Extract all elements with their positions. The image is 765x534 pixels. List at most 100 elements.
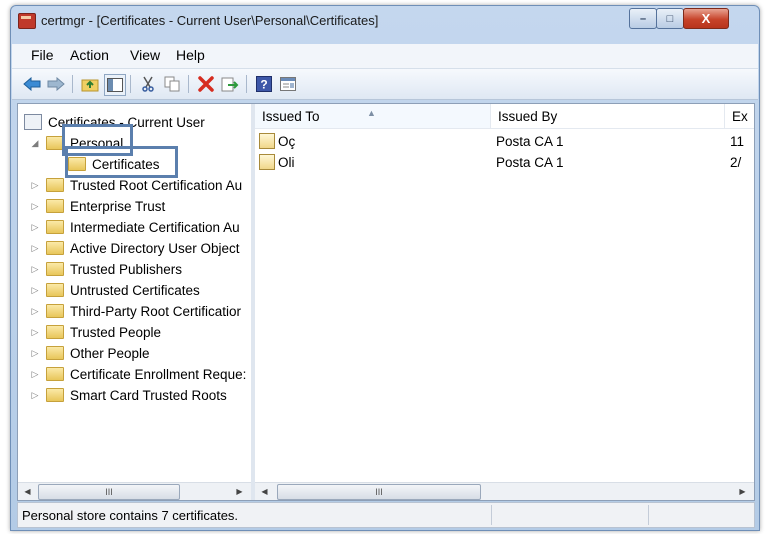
tree-item-label: Smart Card Trusted Roots	[70, 387, 227, 403]
menu-view[interactable]: View	[130, 47, 160, 63]
collapsed-triangle-icon[interactable]: ▷	[30, 327, 40, 338]
menu-action[interactable]: Action	[70, 47, 109, 63]
tree-item-third-party-root[interactable]: ▷ Third-Party Root Certificatior	[30, 301, 242, 321]
table-cell: Posta CA 1	[496, 154, 564, 170]
toolbar: ?	[12, 69, 758, 100]
tree-item-label: Untrusted Certificates	[70, 282, 200, 298]
back-arrow-icon[interactable]	[22, 74, 42, 94]
title-bar[interactable]: certmgr - [Certificates - Current User\P…	[11, 6, 759, 36]
collapsed-triangle-icon[interactable]: ▷	[30, 222, 40, 233]
certificate-icon	[259, 133, 275, 149]
scroll-left-arrow-icon[interactable]: ◀	[257, 484, 272, 499]
menu-help[interactable]: Help	[176, 47, 205, 63]
folder-icon	[46, 241, 64, 255]
table-cell: Oli	[278, 154, 295, 170]
tree-item-label: Trusted Publishers	[70, 261, 183, 277]
help-icon[interactable]: ?	[254, 74, 274, 94]
table-row-expires[interactable]: 11	[730, 131, 754, 151]
toolbar-separator	[188, 75, 189, 93]
list-column-header: ▲ Issued To Issued By Ex	[255, 104, 754, 129]
sort-ascending-icon: ▲	[367, 108, 376, 118]
folder-icon	[46, 367, 64, 381]
cut-icon[interactable]	[138, 74, 158, 94]
scroll-right-arrow-icon[interactable]: ▶	[232, 484, 247, 499]
tree-item-enterprise-trust[interactable]: ▷ Enterprise Trust	[30, 196, 166, 216]
annotation-highlight-certificates	[65, 146, 178, 178]
toolbar-separator	[246, 75, 247, 93]
up-folder-icon[interactable]	[80, 74, 100, 94]
status-separator	[648, 505, 649, 525]
menu-bar: File Action View Help	[12, 44, 758, 69]
properties-icon[interactable]	[278, 74, 298, 94]
collapsed-triangle-icon[interactable]: ▷	[30, 285, 40, 296]
scroll-right-arrow-icon[interactable]: ▶	[735, 484, 750, 499]
menu-file[interactable]: File	[31, 47, 54, 63]
expanded-triangle-icon[interactable]: ◢	[30, 138, 40, 149]
collapsed-triangle-icon[interactable]: ▷	[30, 390, 40, 401]
forward-arrow-icon[interactable]	[46, 74, 66, 94]
toolbar-separator	[130, 75, 131, 93]
tree-item-active-directory[interactable]: ▷ Active Directory User Object	[30, 238, 240, 258]
folder-icon	[46, 220, 64, 234]
certmgr-window: certmgr - [Certificates - Current User\P…	[10, 5, 760, 531]
tree-item-label: Other People	[70, 345, 150, 361]
certificate-list-pane: ▲ Issued To Issued By Ex Oç Posta CA 1 1…	[255, 104, 754, 500]
toolbar-separator	[72, 75, 73, 93]
scroll-left-arrow-icon[interactable]: ◀	[20, 484, 35, 499]
maximize-button[interactable]: □	[656, 8, 684, 29]
certmgr-app-icon[interactable]	[18, 13, 36, 29]
tree-item-smart-card-roots[interactable]: ▷ Smart Card Trusted Roots	[30, 385, 227, 405]
column-expiration[interactable]: Ex	[725, 104, 759, 128]
tree-horizontal-scrollbar[interactable]: ◀ III ▶	[18, 482, 251, 500]
tree-item-enrollment-requests[interactable]: ▷ Certificate Enrollment Reque:	[30, 364, 247, 384]
folder-icon	[46, 199, 64, 213]
collapsed-triangle-icon[interactable]: ▷	[30, 264, 40, 275]
folder-icon	[46, 388, 64, 402]
window-title: certmgr - [Certificates - Current User\P…	[41, 13, 379, 28]
tree-item-label: Active Directory User Object	[70, 240, 240, 256]
table-row-expires[interactable]: 2/	[730, 152, 754, 172]
tree-item-trusted-publishers[interactable]: ▷ Trusted Publishers	[30, 259, 183, 279]
table-row-issued-by[interactable]: Posta CA 1	[496, 131, 696, 151]
export-icon[interactable]	[220, 74, 240, 94]
column-issued-to[interactable]: ▲ Issued To	[255, 104, 491, 128]
status-separator	[491, 505, 492, 525]
collapsed-triangle-icon[interactable]: ▷	[30, 201, 40, 212]
minimize-button[interactable]: –	[629, 8, 657, 29]
folder-icon	[46, 178, 64, 192]
scrollbar-thumb[interactable]: III	[277, 484, 481, 500]
tree-item-intermediate[interactable]: ▷ Intermediate Certification Au	[30, 217, 240, 237]
list-horizontal-scrollbar[interactable]: ◀ III ▶	[255, 482, 754, 500]
collapsed-triangle-icon[interactable]: ▷	[30, 243, 40, 254]
status-bar: Personal store contains 7 certificates.	[17, 502, 755, 528]
show-hide-tree-icon[interactable]	[104, 74, 126, 96]
column-issued-by[interactable]: Issued By	[491, 104, 725, 128]
tree-item-other-people[interactable]: ▷ Other People	[30, 343, 150, 363]
tree-item-trusted-people[interactable]: ▷ Trusted People	[30, 322, 162, 342]
copy-icon[interactable]	[162, 74, 182, 94]
status-text: Personal store contains 7 certificates.	[22, 508, 239, 523]
collapsed-triangle-icon[interactable]: ▷	[30, 348, 40, 359]
folder-icon	[46, 346, 64, 360]
folder-icon	[46, 262, 64, 276]
column-label: Issued By	[498, 109, 558, 124]
table-cell: Oç	[278, 133, 296, 149]
collapsed-triangle-icon[interactable]: ▷	[30, 180, 40, 191]
collapsed-triangle-icon[interactable]: ▷	[30, 306, 40, 317]
certificate-icon	[259, 154, 275, 170]
collapsed-triangle-icon[interactable]: ▷	[30, 369, 40, 380]
tree-item-label: Certificate Enrollment Reque:	[70, 366, 247, 382]
close-button[interactable]: X	[683, 8, 729, 29]
table-row-issued-by[interactable]: Posta CA 1	[496, 152, 696, 172]
column-label: Issued To	[262, 109, 320, 124]
delete-icon[interactable]	[196, 74, 216, 94]
tree-item-label: Trusted Root Certification Au	[70, 177, 243, 193]
scrollbar-thumb[interactable]: III	[38, 484, 180, 500]
table-row-issued-to[interactable]: Oli	[259, 152, 299, 172]
tree-item-trusted-root[interactable]: ▷ Trusted Root Certification Au	[30, 175, 243, 195]
folder-icon	[46, 304, 64, 318]
table-cell: Posta CA 1	[496, 133, 564, 149]
console-client-area: Certificates - Current User ◢ Personal C…	[17, 103, 755, 501]
tree-item-untrusted[interactable]: ▷ Untrusted Certificates	[30, 280, 200, 300]
table-row-issued-to[interactable]: Oç	[259, 131, 299, 151]
